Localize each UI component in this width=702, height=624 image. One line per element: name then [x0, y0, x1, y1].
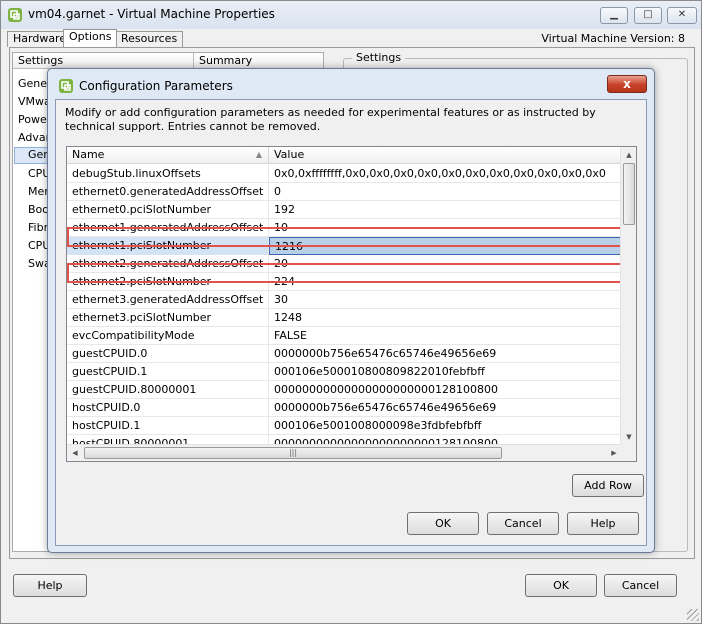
dialog-titlebar[interactable]: Configuration Parameters x — [48, 69, 654, 99]
table-row[interactable]: ethernet0.pciSlotNumber 192 — [67, 201, 622, 219]
parameter-name-cell[interactable]: ethernet0.generatedAddressOffset — [67, 183, 269, 201]
settings-column-header[interactable]: Settings — [13, 53, 194, 69]
table-row[interactable]: ethernet3.pciSlotNumber 1248 — [67, 309, 622, 327]
parameter-name-cell[interactable]: ethernet0.pciSlotNumber — [67, 201, 269, 219]
grip-icon: ||| — [288, 448, 298, 457]
parameter-name-cell[interactable]: ethernet3.generatedAddressOffset — [67, 291, 269, 309]
parameter-value-cell[interactable]: 000106e500010800809822010febfbff — [269, 363, 622, 381]
parameter-value-cell[interactable]: 10 — [269, 219, 622, 237]
table-row[interactable]: ethernet1.pciSlotNumber 1216 — [67, 237, 622, 255]
table-row[interactable]: evcCompatibilityMode FALSE — [67, 327, 622, 345]
ok-button[interactable]: OK — [525, 574, 597, 597]
dialog-help-button[interactable]: Help — [567, 512, 639, 535]
parameter-name-cell[interactable]: ethernet3.pciSlotNumber — [67, 309, 269, 327]
dialog-title: Configuration Parameters — [79, 79, 233, 93]
parameter-value-cell[interactable]: 0000000b756e65476c65746e49656e69 — [269, 345, 622, 363]
scrollbar-corner — [620, 444, 636, 461]
parameter-name-cell[interactable]: evcCompatibilityMode — [67, 327, 269, 345]
dialog-cancel-button[interactable]: Cancel — [487, 512, 559, 535]
maximize-button[interactable]: □ — [634, 7, 662, 24]
tab-resources[interactable]: Resources — [115, 31, 184, 47]
parameter-value-cell[interactable]: 0000000b756e65476c65746e49656e69 — [269, 399, 622, 417]
table-row[interactable]: ethernet1.generatedAddressOffset 10 — [67, 219, 622, 237]
window-close-button[interactable]: ✕ — [667, 7, 697, 24]
window-title: vm04.garnet - Virtual Machine Properties — [28, 7, 275, 21]
parameter-value-cell[interactable]: 00000000000000000000000128100800 — [269, 381, 622, 399]
dialog-body: Modify or add configuration parameters a… — [55, 99, 647, 546]
parameter-name-cell[interactable]: debugStub.linuxOffsets — [67, 165, 269, 183]
settings-group-label: Settings — [352, 51, 406, 64]
scroll-up-arrow-icon[interactable]: ▲ — [621, 147, 636, 163]
table-row[interactable]: guestCPUID.0 0000000b756e65476c65746e4965… — [67, 345, 622, 363]
vm-version-label: Virtual Machine Version: 8 — [541, 32, 685, 45]
table-row[interactable]: guestCPUID.80000001 000000000000000000000… — [67, 381, 622, 399]
scroll-left-arrow-icon[interactable]: ◀ — [67, 445, 83, 461]
parameter-value-cell[interactable]: 192 — [269, 201, 622, 219]
vertical-scrollbar[interactable]: ▲ ▼ — [620, 147, 636, 445]
parameter-name-cell[interactable]: ethernet1.generatedAddressOffset — [67, 219, 269, 237]
name-column-header[interactable]: Name ▲ — [67, 147, 269, 164]
summary-column-header[interactable]: Summary — [194, 53, 323, 69]
parameter-name-cell[interactable]: ethernet1.pciSlotNumber — [67, 237, 269, 255]
resize-grip[interactable] — [687, 609, 699, 621]
horizontal-scroll-thumb[interactable]: ||| — [84, 447, 502, 459]
parameter-name-cell[interactable]: guestCPUID.0 — [67, 345, 269, 363]
dialog-close-button[interactable]: x — [607, 75, 647, 93]
parameter-value-cell[interactable]: 30 — [269, 291, 622, 309]
add-row-button[interactable]: Add Row — [572, 474, 644, 497]
vertical-scroll-thumb[interactable] — [623, 163, 635, 225]
parameters-grid: Name ▲ Value debugStub.linuxOffsets 0x0,0… — [66, 146, 637, 462]
settings-item-boot-options[interactable]: Boo — [28, 203, 49, 216]
configuration-parameters-dialog: Configuration Parameters x Modify or add… — [47, 68, 655, 553]
table-row[interactable]: hostCPUID.1 000106e5001008000098e3fdbfebf… — [67, 417, 622, 435]
table-row[interactable]: ethernet2.pciSlotNumber 224 — [67, 273, 622, 291]
parameter-value-cell[interactable]: 20 — [269, 255, 622, 273]
vsphere-app-icon — [8, 8, 22, 22]
table-row[interactable]: ethernet0.generatedAddressOffset 0 — [67, 183, 622, 201]
tab-options[interactable]: Options — [63, 29, 118, 47]
parameter-name-cell[interactable]: hostCPUID.0 — [67, 399, 269, 417]
vsphere-app-icon — [59, 79, 73, 93]
parameter-value-cell[interactable]: 000106e5001008000098e3fdbfebfbff — [269, 417, 622, 435]
settings-item-advanced[interactable]: Advar — [18, 131, 50, 144]
name-column-label: Name — [72, 148, 105, 161]
scroll-down-arrow-icon[interactable]: ▼ — [621, 429, 636, 445]
dialog-ok-button[interactable]: OK — [407, 512, 479, 535]
cancel-button[interactable]: Cancel — [604, 574, 677, 597]
dialog-description: Modify or add configuration parameters a… — [65, 106, 596, 133]
table-row[interactable]: ethernet3.generatedAddressOffset 30 — [67, 291, 622, 309]
minimize-button[interactable]: ▁ — [600, 7, 628, 24]
parameter-name-cell[interactable]: ethernet2.generatedAddressOffset — [67, 255, 269, 273]
parameter-name-cell[interactable]: guestCPUID.80000001 — [67, 381, 269, 399]
horizontal-scrollbar[interactable]: ◀ ||| ▶ — [67, 444, 622, 461]
parameter-value-cell[interactable]: 224 — [269, 273, 622, 291]
table-row[interactable]: guestCPUID.1 000106e500010800809822010feb… — [67, 363, 622, 381]
settings-item-fibre-channel[interactable]: Fibr — [28, 221, 48, 234]
parameter-name-cell[interactable]: ethernet2.pciSlotNumber — [67, 273, 269, 291]
parameter-value-cell[interactable]: FALSE — [269, 327, 622, 345]
parameter-value-cell[interactable]: 1216 — [269, 237, 622, 255]
parameter-value-cell[interactable]: 0x0,0xffffffff,0x0,0x0,0x0,0x0,0x0,0x0,0… — [269, 165, 622, 183]
parameter-name-cell[interactable]: guestCPUID.1 — [67, 363, 269, 381]
help-button[interactable]: Help — [13, 574, 87, 597]
value-column-header[interactable]: Value — [269, 147, 622, 164]
parameter-value-cell[interactable]: 0 — [269, 183, 622, 201]
table-row[interactable]: debugStub.linuxOffsets 0x0,0xffffffff,0x0… — [67, 165, 622, 183]
parameter-name-cell[interactable]: hostCPUID.1 — [67, 417, 269, 435]
window-titlebar[interactable]: vm04.garnet - Virtual Machine Properties… — [1, 1, 701, 29]
table-row[interactable]: hostCPUID.0 0000000b756e65476c65746e49656… — [67, 399, 622, 417]
sort-ascending-icon: ▲ — [255, 150, 262, 159]
table-row[interactable]: ethernet2.generatedAddressOffset 20 — [67, 255, 622, 273]
settings-item-vmware-tools[interactable]: VMwa — [18, 95, 51, 108]
parameter-value-cell[interactable]: 1248 — [269, 309, 622, 327]
